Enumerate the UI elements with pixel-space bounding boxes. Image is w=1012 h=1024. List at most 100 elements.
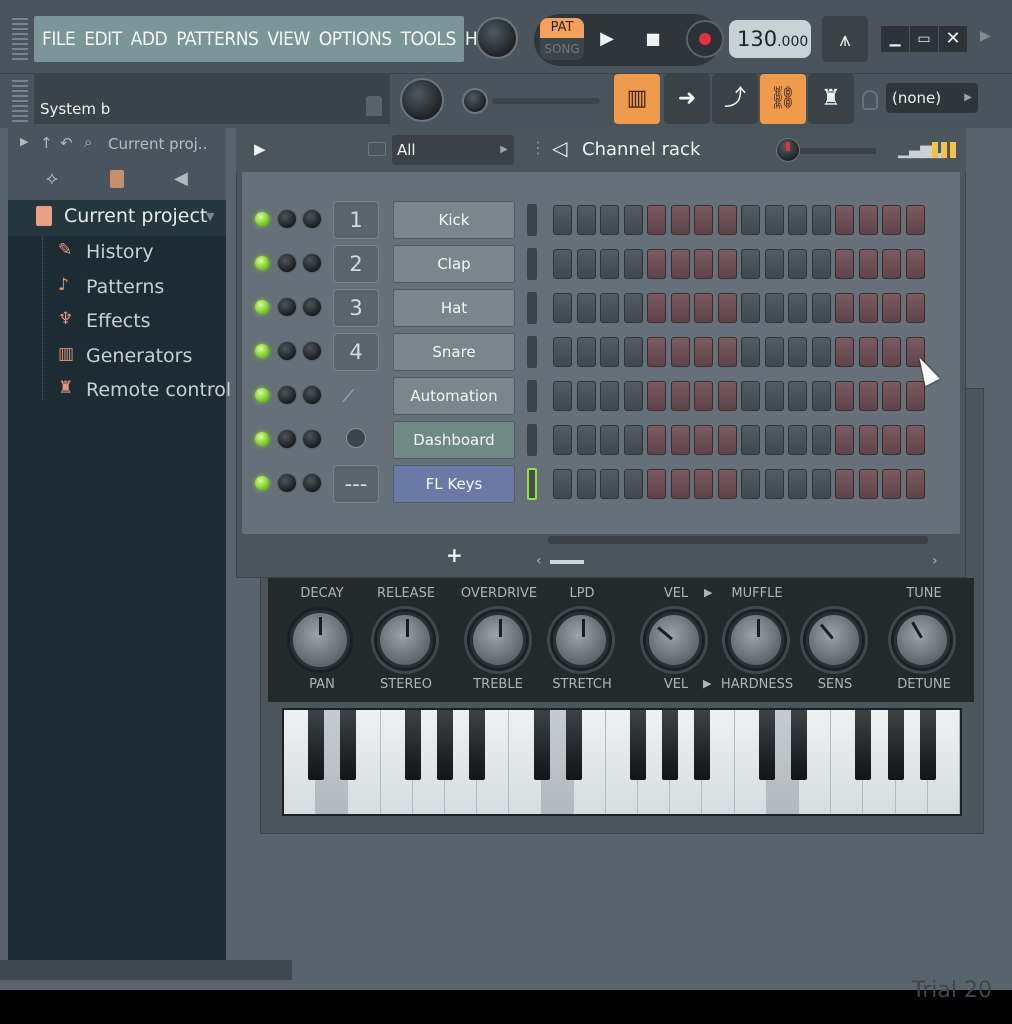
step-button[interactable]: [623, 205, 643, 235]
step-button[interactable]: [670, 381, 690, 411]
step-button[interactable]: [882, 425, 901, 455]
toolbar-grip[interactable]: [12, 80, 28, 122]
black-key[interactable]: [758, 710, 775, 780]
step-button[interactable]: [811, 205, 831, 235]
step-button[interactable]: [905, 381, 925, 411]
step-button[interactable]: [905, 249, 925, 279]
step-button[interactable]: [694, 425, 713, 455]
toolbar-expand-icon[interactable]: ▶: [980, 28, 991, 44]
step-button[interactable]: [647, 469, 666, 499]
step-button[interactable]: [882, 205, 901, 235]
maximize-button[interactable]: ▭: [910, 26, 938, 52]
channel-select-bar[interactable]: [527, 248, 537, 280]
step-button[interactable]: [576, 469, 596, 499]
fl-keys-knob[interactable]: [728, 612, 784, 668]
step-button[interactable]: [600, 293, 619, 323]
step-button[interactable]: [600, 469, 619, 499]
step-button[interactable]: [717, 381, 737, 411]
step-button[interactable]: [764, 205, 784, 235]
step-button[interactable]: [670, 293, 690, 323]
step-button[interactable]: [811, 293, 831, 323]
midi-input-select[interactable]: (none) ▶: [886, 83, 978, 113]
mixer-button[interactable]: ⤴: [712, 74, 758, 124]
step-button[interactable]: [764, 337, 784, 367]
play-button[interactable]: ▶: [592, 22, 622, 56]
step-button[interactable]: [882, 469, 901, 499]
channel-mixer-track[interactable]: ---: [333, 465, 379, 503]
browser-item-generators[interactable]: Generators: [86, 345, 192, 367]
channel-select-bar[interactable]: [527, 336, 537, 368]
step-button[interactable]: [553, 205, 572, 235]
step-button[interactable]: [694, 381, 713, 411]
fl-keys-knob[interactable]: [894, 612, 950, 668]
channel-pan-knob[interactable]: [277, 209, 297, 229]
black-key[interactable]: [791, 710, 808, 780]
step-button[interactable]: [647, 337, 666, 367]
step-button[interactable]: [623, 469, 643, 499]
step-button[interactable]: [600, 381, 619, 411]
channel-mixer-track[interactable]: 4: [333, 333, 379, 371]
step-button[interactable]: [741, 205, 760, 235]
menu-view[interactable]: VIEW: [267, 28, 310, 50]
channel-select-bar[interactable]: [527, 468, 537, 500]
browser-item-remote-control[interactable]: Remote control: [86, 379, 231, 401]
step-button[interactable]: [623, 337, 643, 367]
step-button[interactable]: [835, 337, 854, 367]
step-button[interactable]: [788, 205, 807, 235]
step-button[interactable]: [694, 249, 713, 279]
channel-volume-knob[interactable]: [302, 209, 322, 229]
channel-select-bar[interactable]: [527, 292, 537, 324]
black-key[interactable]: [630, 710, 647, 780]
step-button[interactable]: [882, 249, 901, 279]
channel-button-hat[interactable]: Hat: [393, 289, 515, 327]
step-button[interactable]: [647, 425, 666, 455]
step-button[interactable]: [553, 425, 572, 455]
step-button[interactable]: [623, 425, 643, 455]
channel-mute-led[interactable]: [255, 300, 269, 314]
rack-options-icon[interactable]: ▶: [254, 140, 266, 158]
step-button[interactable]: [811, 381, 831, 411]
step-button[interactable]: [694, 205, 713, 235]
black-key[interactable]: [469, 710, 486, 780]
up-arrow-icon[interactable]: ↑: [40, 134, 53, 152]
step-button[interactable]: [600, 205, 619, 235]
channel-mute-led[interactable]: [255, 212, 269, 226]
channel-button-automation-clip[interactable]: Automation Clip: [393, 377, 515, 441]
black-key[interactable]: [308, 710, 325, 780]
channel-pan-knob[interactable]: [277, 341, 297, 361]
chevron-right-icon[interactable]: ▶: [703, 677, 711, 690]
step-button[interactable]: [858, 249, 878, 279]
step-button[interactable]: [764, 381, 784, 411]
step-button[interactable]: [741, 469, 760, 499]
tempo-display[interactable]: 130.000: [729, 20, 811, 58]
channel-select-bar[interactable]: [527, 204, 537, 236]
step-button[interactable]: [553, 381, 572, 411]
step-button[interactable]: [553, 337, 572, 367]
channel-volume-knob[interactable]: [302, 385, 322, 405]
channel-pan-knob[interactable]: [277, 253, 297, 273]
search-icon[interactable]: ⌕: [84, 133, 92, 151]
step-button[interactable]: [670, 337, 690, 367]
step-button[interactable]: [858, 381, 878, 411]
channel-mixer-track[interactable]: 2: [333, 245, 379, 283]
step-button[interactable]: [858, 293, 878, 323]
step-button[interactable]: [717, 337, 737, 367]
fl-keys-knob[interactable]: [646, 612, 702, 668]
step-button[interactable]: [576, 425, 596, 455]
channel-volume-knob[interactable]: [302, 429, 322, 449]
channel-mute-led[interactable]: [255, 432, 269, 446]
step-button[interactable]: [788, 337, 807, 367]
step-button[interactable]: [835, 249, 854, 279]
black-key[interactable]: [565, 710, 582, 780]
folder-icon[interactable]: [368, 142, 386, 156]
step-button[interactable]: [811, 425, 831, 455]
slider-knob[interactable]: [462, 88, 488, 114]
channel-mixer-track[interactable]: 3: [333, 289, 379, 327]
menu-add[interactable]: ADD: [131, 28, 168, 50]
step-button[interactable]: [694, 293, 713, 323]
step-button[interactable]: [835, 293, 854, 323]
fl-keys-knob[interactable]: [806, 612, 862, 668]
channel-pan-knob[interactable]: [277, 385, 297, 405]
playlist-button[interactable]: ➜: [664, 74, 710, 124]
black-key[interactable]: [855, 710, 872, 780]
